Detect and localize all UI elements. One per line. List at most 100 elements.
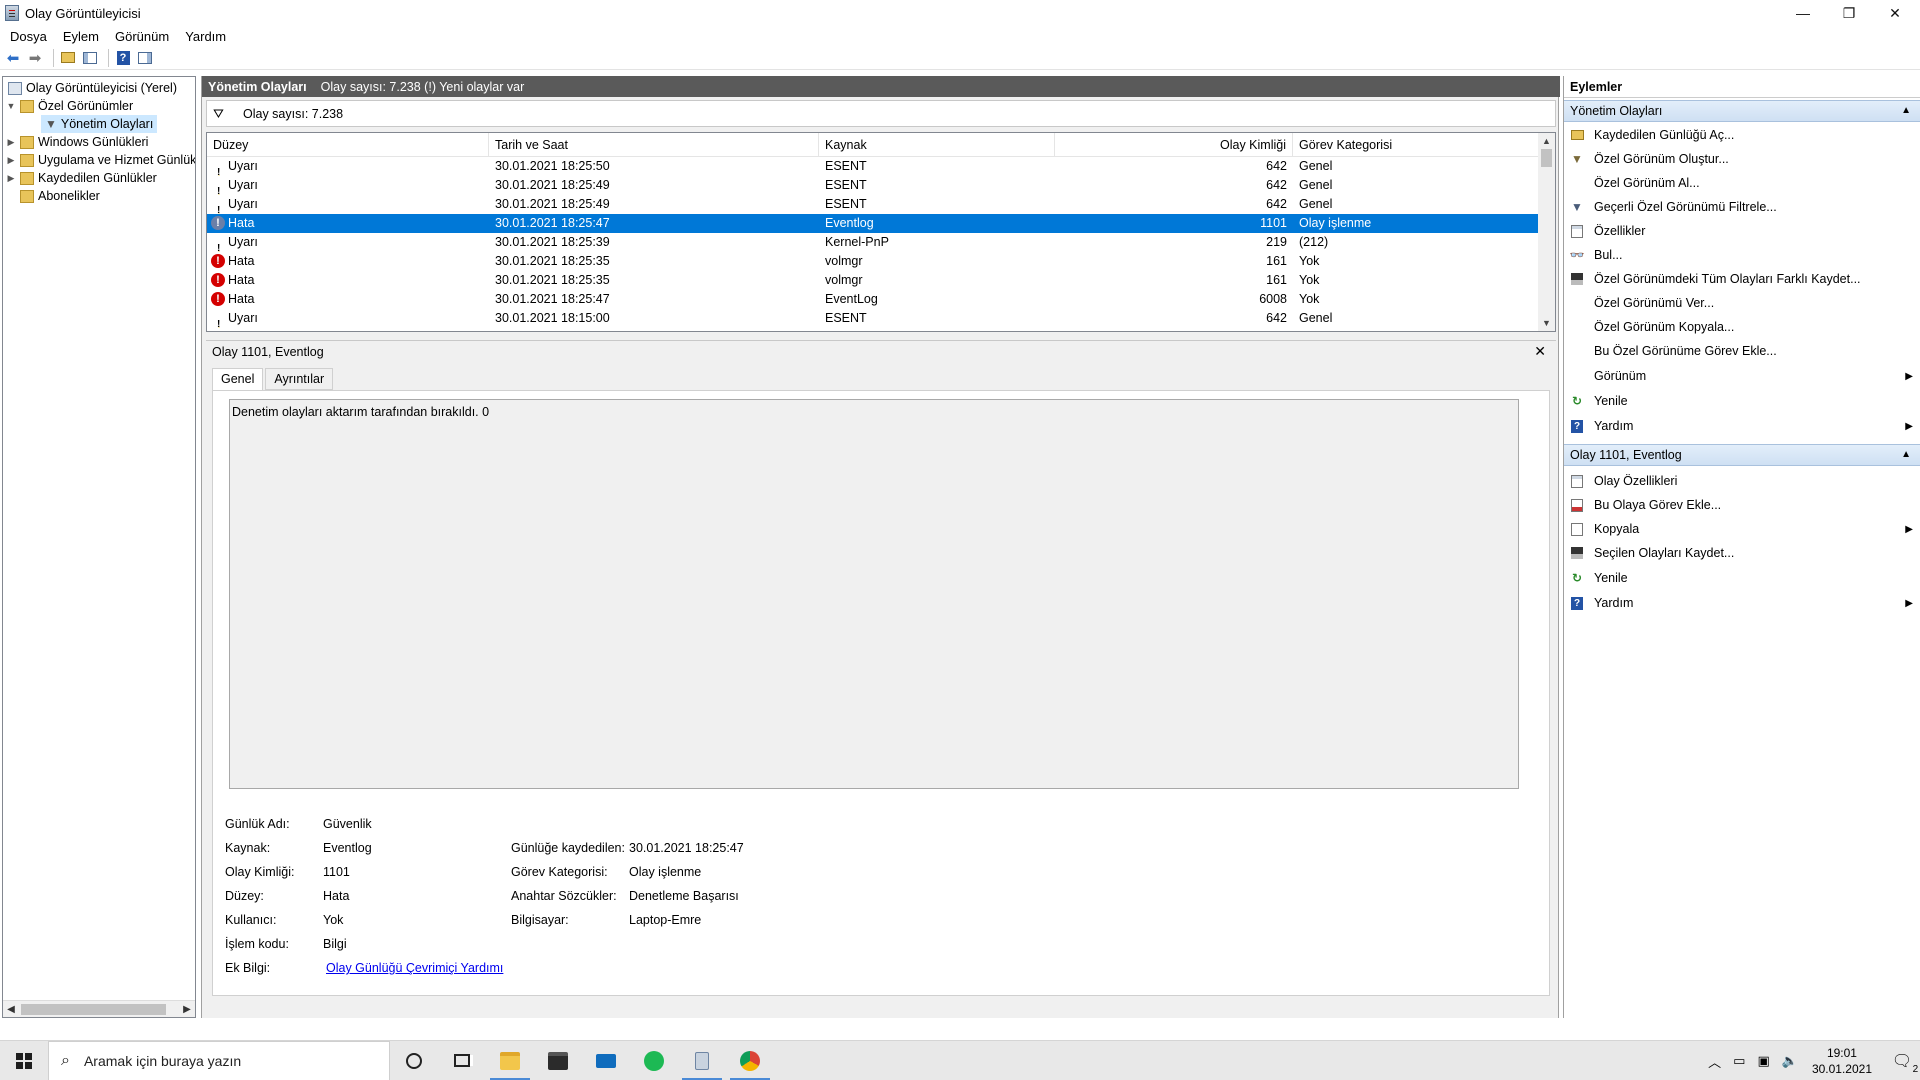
console-tree-icon[interactable] bbox=[81, 49, 99, 67]
collapsed-chevron-icon[interactable]: ▶ bbox=[5, 137, 17, 148]
tree-item-windows-logs[interactable]: ▶ Windows Günlükleri bbox=[5, 133, 149, 151]
tab-details[interactable]: Ayrıntılar bbox=[265, 368, 334, 390]
scroll-right-icon[interactable]: ▶ bbox=[179, 1001, 195, 1017]
column-event-id[interactable]: Olay Kimliği bbox=[1055, 133, 1293, 157]
action-export-custom-view[interactable]: Özel Görünümü Ver... bbox=[1564, 292, 1920, 314]
action-help[interactable]: ? Yardım ▶ bbox=[1564, 415, 1920, 437]
taskbar-store[interactable] bbox=[534, 1041, 582, 1080]
collapse-icon[interactable]: ▲ bbox=[1901, 445, 1911, 465]
volume-icon[interactable]: 🔈 bbox=[1782, 1053, 1798, 1069]
scroll-thumb[interactable] bbox=[21, 1004, 166, 1015]
action-save-selected[interactable]: Seçilen Olayları Kaydet... bbox=[1564, 542, 1920, 564]
action-attach-task-view[interactable]: Bu Özel Görünüme Görev Ekle... bbox=[1564, 340, 1920, 362]
cell-cat: Genel bbox=[1299, 178, 1333, 192]
tree-item-root[interactable]: Olay Görüntüleyicisi (Yerel) bbox=[5, 79, 177, 97]
action-view-menu[interactable]: Görünüm ▶ bbox=[1564, 365, 1920, 387]
action-properties[interactable]: Özellikler bbox=[1564, 220, 1920, 242]
cell-level: Uyarı bbox=[211, 157, 489, 176]
column-date[interactable]: Tarih ve Saat bbox=[489, 133, 819, 157]
action-attach-task-event[interactable]: Bu Olaya Görev Ekle... bbox=[1564, 494, 1920, 516]
menu-bar: Dosya Eylem Görünüm Yardım bbox=[0, 26, 1920, 46]
table-row[interactable]: Uyarı 30.01.2021 18:25:50 ESENT 642 Genel bbox=[207, 157, 1539, 176]
action-event-properties[interactable]: Olay Özellikleri bbox=[1564, 470, 1920, 492]
section-admin-events[interactable]: Yönetim Olayları ▲ bbox=[1564, 100, 1920, 122]
network-icon[interactable]: ▣ bbox=[1757, 1053, 1769, 1069]
restore-button[interactable]: ❐ bbox=[1826, 0, 1872, 26]
table-row[interactable]: Uyarı 30.01.2021 18:25:49 ESENT 642 Genel bbox=[207, 176, 1539, 195]
collapsed-chevron-icon[interactable]: ▶ bbox=[5, 155, 17, 166]
column-task-category[interactable]: Görev Kategorisi bbox=[1293, 133, 1539, 157]
action-copy[interactable]: Kopyala ▶ bbox=[1564, 518, 1920, 540]
back-arrow-icon[interactable]: ⬅ bbox=[4, 49, 22, 67]
taskbar-chrome[interactable] bbox=[726, 1041, 774, 1080]
cell-cat: Yok bbox=[1299, 273, 1320, 287]
tree-item-admin-events[interactable]: ▼ Yönetim Olayları bbox=[41, 115, 158, 133]
table-row[interactable]: ! Hata 30.01.2021 18:25:35 volmgr 161 Yok bbox=[207, 271, 1539, 290]
table-row[interactable]: Uyarı 30.01.2021 18:15:00 ESENT 642 Genel bbox=[207, 309, 1539, 328]
tree-horizontal-scrollbar[interactable]: ◀ ▶ bbox=[3, 1000, 195, 1017]
action-filter-custom-view[interactable]: ▼ Geçerli Özel Görünümü Filtrele... bbox=[1564, 196, 1920, 218]
taskbar-mail[interactable] bbox=[582, 1041, 630, 1080]
blank-icon bbox=[1569, 368, 1585, 384]
notification-center-button[interactable]: 🗨 2 bbox=[1884, 1041, 1920, 1080]
scroll-left-icon[interactable]: ◀ bbox=[3, 1001, 19, 1017]
forward-arrow-icon[interactable]: ➡ bbox=[26, 49, 44, 67]
action-open-saved-log[interactable]: Kaydedilen Günlüğü Aç... bbox=[1564, 124, 1920, 146]
table-row[interactable]: ! Hata 30.01.2021 18:25:47 Eventlog 1101 Olay… bbox=[207, 214, 1539, 233]
close-button[interactable]: ✕ bbox=[1872, 0, 1918, 26]
event-description[interactable]: Denetim olayları aktarım tarafından bıra… bbox=[229, 399, 1519, 789]
collapse-icon[interactable]: ▲ bbox=[1901, 101, 1911, 121]
table-row[interactable]: ! Hata 30.01.2021 18:25:35 volmgr 161 Yok bbox=[207, 252, 1539, 271]
table-row[interactable]: ! Hata 30.01.2021 18:25:47 EventLog 6008 Yok bbox=[207, 290, 1539, 309]
action-copy-custom-view[interactable]: Özel Görünüm Kopyala... bbox=[1564, 316, 1920, 338]
task-icon bbox=[1569, 497, 1585, 513]
taskbar-spotify[interactable] bbox=[630, 1041, 678, 1080]
taskbar-file-explorer[interactable] bbox=[486, 1041, 534, 1080]
chevron-up-icon[interactable]: ︿ bbox=[1708, 1052, 1721, 1071]
menu-action[interactable]: Eylem bbox=[55, 29, 107, 44]
clock[interactable]: 19:01 30.01.2021 bbox=[1812, 1045, 1872, 1077]
action-find[interactable]: 👓 Bul... bbox=[1564, 244, 1920, 266]
close-detail-icon[interactable]: ✕ bbox=[1534, 343, 1546, 360]
table-row[interactable]: Uyarı 30.01.2021 18:25:39 Kernel-PnP 219 (21… bbox=[207, 233, 1539, 252]
action-refresh-event[interactable]: ↻ Yenile bbox=[1564, 567, 1920, 589]
action-help-event[interactable]: ? Yardım ▶ bbox=[1564, 592, 1920, 614]
start-button[interactable] bbox=[0, 1041, 48, 1080]
scroll-down-icon[interactable]: ▼ bbox=[1538, 315, 1555, 331]
scroll-up-icon[interactable]: ▲ bbox=[1538, 133, 1555, 149]
action-refresh[interactable]: ↻ Yenile bbox=[1564, 390, 1920, 412]
minimize-button[interactable]: — bbox=[1780, 0, 1826, 26]
table-vertical-scrollbar[interactable]: ▲ ▼ bbox=[1538, 133, 1555, 331]
menu-file[interactable]: Dosya bbox=[2, 29, 55, 44]
scroll-thumb[interactable] bbox=[1541, 149, 1552, 167]
section-selected-event[interactable]: Olay 1101, Eventlog ▲ bbox=[1564, 444, 1920, 466]
tree-item-subscriptions[interactable]: Abonelikler bbox=[17, 187, 100, 205]
folder-icon bbox=[500, 1051, 520, 1070]
taskbar-search[interactable]: ⌕ Aramak için buraya yazın bbox=[48, 1040, 390, 1080]
taskbar-event-viewer[interactable] bbox=[678, 1041, 726, 1080]
column-source[interactable]: Kaynak bbox=[819, 133, 1055, 157]
tree-item-app-service-logs[interactable]: ▶ Uygulama ve Hizmet Günlük bbox=[5, 151, 195, 169]
menu-help[interactable]: Yardım bbox=[177, 29, 234, 44]
center-pane: Yönetim Olayları Olay sayısı: 7.238 (!) … bbox=[201, 76, 1560, 1018]
collapsed-chevron-icon[interactable]: ▶ bbox=[5, 173, 17, 184]
action-create-custom-view[interactable]: ▼ Özel Görünüm Oluştur... bbox=[1564, 148, 1920, 170]
help-icon[interactable]: ? bbox=[114, 49, 132, 67]
action-label: Kaydedilen Günlüğü Aç... bbox=[1594, 128, 1735, 142]
tab-general[interactable]: Genel bbox=[212, 368, 264, 391]
open-folder-icon[interactable] bbox=[59, 49, 77, 67]
online-help-link[interactable]: Olay Günlüğü Çevrimiçi Yardımı bbox=[326, 961, 503, 975]
action-import-custom-view[interactable]: Özel Görünüm Al... bbox=[1564, 172, 1920, 194]
action-save-all-events[interactable]: Özel Görünümdeki Tüm Olayları Farklı Kay… bbox=[1564, 268, 1920, 290]
cell-id: 642 bbox=[1266, 311, 1287, 325]
column-level[interactable]: Düzey bbox=[207, 133, 489, 157]
table-row[interactable]: Uyarı 30.01.2021 18:25:49 ESENT 642 Genel bbox=[207, 195, 1539, 214]
cortana-button[interactable] bbox=[390, 1041, 438, 1080]
battery-icon[interactable]: ▭ bbox=[1733, 1053, 1745, 1069]
expanded-chevron-icon[interactable]: ▼ bbox=[5, 101, 17, 111]
tree-item-custom-views[interactable]: ▼ Özel Görünümler bbox=[5, 97, 134, 115]
tree-item-saved-logs[interactable]: ▶ Kaydedilen Günlükler bbox=[5, 169, 157, 187]
menu-view[interactable]: Görünüm bbox=[107, 29, 177, 44]
action-pane-icon[interactable] bbox=[136, 49, 154, 67]
task-view-button[interactable] bbox=[438, 1041, 486, 1080]
